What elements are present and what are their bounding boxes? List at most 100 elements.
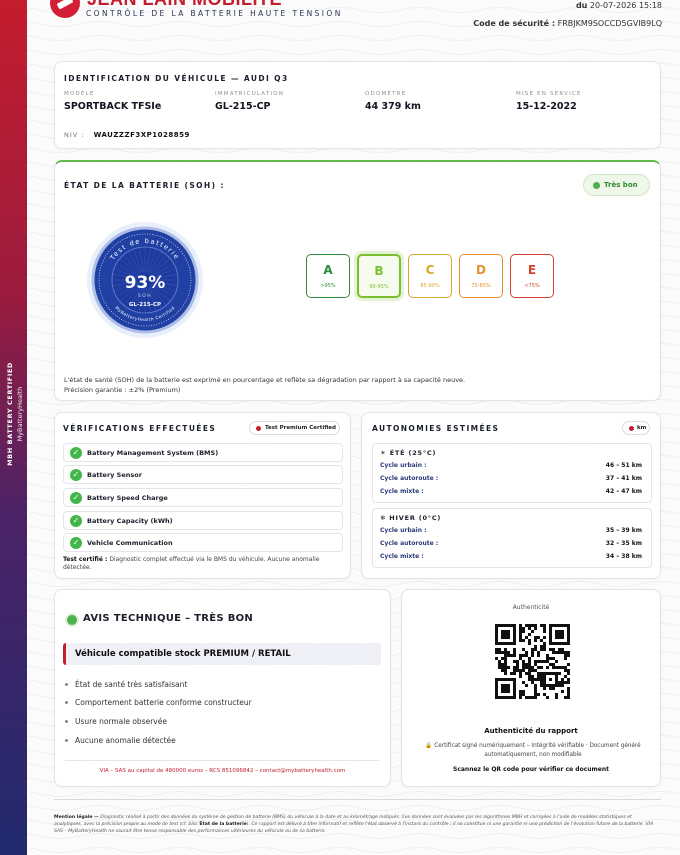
range-value: 42 – 47 km xyxy=(605,488,642,495)
vin-value: WAUZZZF3XP1028859 xyxy=(93,131,190,139)
list-item-text: Comportement batterie conforme construct… xyxy=(75,698,252,707)
soh-seal: Test de batterie 93% SOH GL-215-CP MyBat… xyxy=(84,219,206,341)
check-label: Battery Management System (BMS) xyxy=(87,449,219,457)
report-page: MBH BATTERY CERTIFIED MyBatteryHealth JE… xyxy=(0,0,680,855)
range-label: Cycle mixte : xyxy=(380,553,424,560)
check-item: ✓ Battery Sensor xyxy=(63,465,343,484)
grade-letter: E xyxy=(527,263,537,277)
winter-block: ❄ HIVER (0°C) Cycle urbain : 35 – 39 km … xyxy=(372,508,652,568)
field-value: 15-12-2022 xyxy=(516,101,577,112)
vin-label: NIV : xyxy=(64,131,85,139)
range-value: 37 – 41 km xyxy=(605,475,642,482)
check-icon: ✓ xyxy=(70,447,82,459)
list-item-text: État de santé très satisfaisant xyxy=(75,680,188,689)
unit-dot-icon xyxy=(629,426,634,431)
date-prefix: du xyxy=(575,1,588,10)
range-label: Cycle urbain : xyxy=(380,462,427,469)
range-value: 35 – 39 km xyxy=(605,527,642,534)
authenticity-description-text: Certificat signé numériquement – Intégri… xyxy=(434,743,641,758)
seal-plate: GL-215-CP xyxy=(129,302,161,308)
battery-state-card: ÉTAT DE LA BATTERIE (SOH) : Très bon Tes… xyxy=(54,160,661,401)
authenticity-title: Authenticité xyxy=(512,604,550,611)
list-item: Aucune anomalie détectée xyxy=(65,736,176,745)
check-icon: ✓ xyxy=(70,492,82,504)
badge-dot-icon xyxy=(256,426,261,431)
badge-text: Test Premium Certified xyxy=(265,425,336,431)
tested-note: Test certifié : Diagnostic complet effec… xyxy=(63,556,343,572)
vehicle-identification-card: IDENTIFICATION DU VÉHICULE — AUDI Q3 MOD… xyxy=(54,61,661,149)
grade-b: B 90-95% xyxy=(357,254,401,298)
grade-range: 90-95% xyxy=(369,284,389,290)
field-model: MODÈLE SPORTBACK TFSIe xyxy=(64,91,161,112)
brand-logo-icon xyxy=(50,0,80,18)
grade-c: C 85-90% xyxy=(408,254,452,298)
technical-opinion-card: AVIS TECHNIQUE – TRÈS BON Véhicule compa… xyxy=(54,589,391,787)
authenticity-description: 🔒 Certificat signé numériquement – Intég… xyxy=(416,742,650,759)
opinion-status-icon xyxy=(67,615,77,625)
legal-label: Mention légale — xyxy=(54,815,99,820)
authenticity-heading: Authenticité du rapport xyxy=(484,727,578,735)
lock-icon: 🔒 xyxy=(425,743,433,749)
company-footer: VIA – SAS au capital de 480000 euros – R… xyxy=(99,768,346,774)
vehicle-section-title: IDENTIFICATION DU VÉHICULE — AUDI Q3 xyxy=(64,74,289,83)
opinion-title: AVIS TECHNIQUE – TRÈS BON xyxy=(83,613,254,624)
summer-block: ☀ ÉTÉ (25°C) Cycle urbain : 46 – 51 km C… xyxy=(372,443,652,503)
range-value: 34 – 38 km xyxy=(605,553,642,560)
check-icon: ✓ xyxy=(70,469,82,481)
qr-code-icon[interactable] xyxy=(495,624,570,699)
compatibility-text: Véhicule compatible stock PREMIUM / RETA… xyxy=(75,649,291,659)
field-odometer: ODOMÈTRE 44 379 km xyxy=(365,91,421,112)
grade-a: A >95% xyxy=(306,254,350,298)
security-code-label: Code de sécurité : xyxy=(473,19,556,28)
winter-title: ❄ HIVER (0°C) xyxy=(380,514,442,522)
divider xyxy=(65,760,380,761)
summer-title: ☀ ÉTÉ (25°C) xyxy=(380,449,437,457)
document-subtitle: CONTRÔLE DE LA BATTERIE HAUTE TENSION xyxy=(86,9,343,18)
range-label: Cycle autoroute : xyxy=(380,540,439,547)
field-label: ODOMÈTRE xyxy=(365,91,407,97)
grade-range: <75% xyxy=(524,283,540,289)
check-icon: ✓ xyxy=(70,515,82,527)
legal-bold-ref: État de la batterie xyxy=(199,822,247,827)
sideband-subtitle: MyBatteryHealth xyxy=(15,386,24,442)
battery-section-title: ÉTAT DE LA BATTERIE (SOH) : xyxy=(64,181,225,190)
grade-range: 75-85% xyxy=(471,283,491,289)
seal-graphic: Test de batterie 93% SOH GL-215-CP MyBat… xyxy=(87,222,203,338)
check-item: ✓ Battery Capacity (kWh) xyxy=(63,511,343,530)
range-label: Cycle autoroute : xyxy=(380,475,439,482)
report-date: du 20-07-2026 15:18 xyxy=(576,1,662,10)
legal-notice: Mention légale — Diagnostic réalisé à pa… xyxy=(54,799,661,844)
date-value: 20-07-2026 15:18 xyxy=(589,1,662,10)
sideband-title: MBH BATTERY CERTIFIED xyxy=(5,362,14,466)
list-item: État de santé très satisfaisant xyxy=(65,680,187,689)
certified-sideband: MBH BATTERY CERTIFIED MyBatteryHealth xyxy=(0,0,27,855)
grade-letter: A xyxy=(323,263,333,277)
check-label: Battery Sensor xyxy=(87,471,142,479)
seal-percent: 93% xyxy=(125,273,166,293)
unit-text: km xyxy=(637,425,647,431)
status-text: Très bon xyxy=(604,181,638,189)
grade-range: >95% xyxy=(320,283,336,289)
checks-card: VÉRIFICATIONS EFFECTUÉES Test Premium Ce… xyxy=(54,412,351,579)
grade-letter: B xyxy=(374,264,384,278)
vin-row: NIV : WAUZZZF3XP1028859 xyxy=(64,131,190,139)
check-label: Vehicle Communication xyxy=(87,539,173,547)
seal-soh-label: SOH xyxy=(138,293,152,299)
list-item: Comportement batterie conforme construct… xyxy=(65,698,252,707)
check-item: ✓ Battery Speed Charge xyxy=(63,488,343,507)
status-dot-icon xyxy=(593,182,600,189)
authenticity-card: Authenticité Authenticité du rapport 🔒 C… xyxy=(401,589,661,787)
status-badge: Très bon xyxy=(583,174,650,196)
field-value: SPORTBACK TFSIe xyxy=(64,101,162,112)
check-item: ✓ Vehicle Communication xyxy=(63,533,343,552)
checks-section-title: VÉRIFICATIONS EFFECTUÉES xyxy=(63,424,217,433)
security-code: Code de sécurité : FRBJKM9SOCCD5GVIB9LQ xyxy=(473,19,662,28)
range-label: Cycle urbain : xyxy=(380,527,427,534)
check-label: Battery Speed Charge xyxy=(87,494,168,502)
premium-certified-badge: Test Premium Certified xyxy=(249,421,340,435)
grade-e: E <75% xyxy=(510,254,554,298)
autonomy-section-title: AUTONOMIES ESTIMÉES xyxy=(372,424,500,433)
range-value: 46 – 51 km xyxy=(605,462,642,469)
legal-text: Mention légale — Diagnostic réalisé à pa… xyxy=(54,814,661,835)
list-item: Usure normale observée xyxy=(65,717,167,726)
